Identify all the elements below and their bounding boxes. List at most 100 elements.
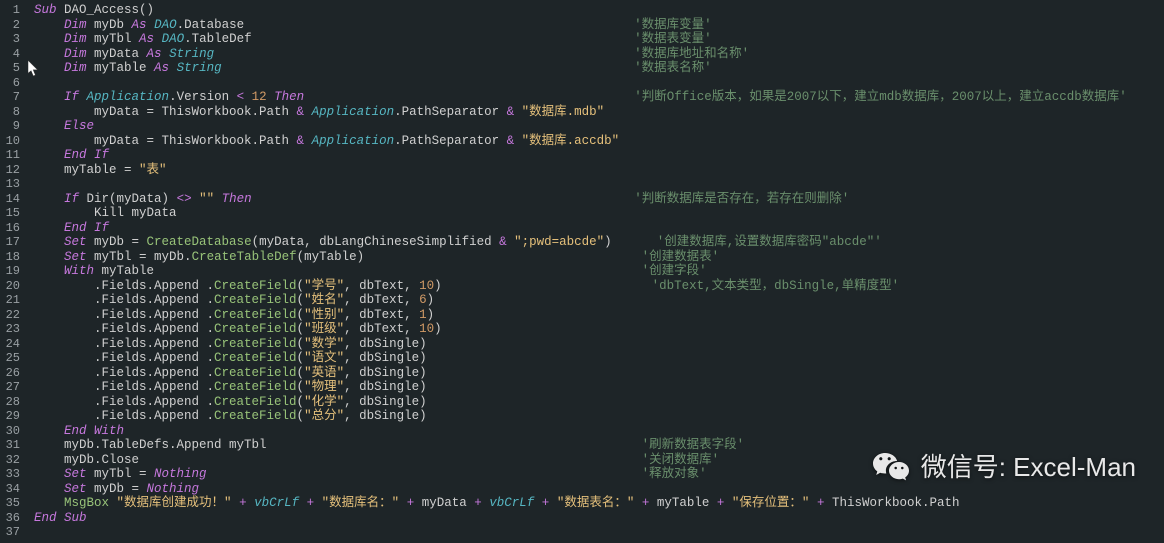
token-kw: Dim — [64, 32, 87, 46]
token-prop: ) — [427, 293, 435, 307]
token-prop: .PathSeparator — [394, 134, 507, 148]
token-prop — [267, 90, 275, 104]
token-str: "数据库名：" — [322, 496, 400, 510]
line-number: 4 — [4, 47, 20, 62]
token-com: '判断数据库是否存在，若存在则删除' — [634, 192, 849, 206]
token-com: '释放对象' — [642, 467, 707, 481]
token-prop: ( — [297, 395, 305, 409]
token-prop — [247, 496, 255, 510]
token-prop — [207, 467, 642, 481]
code-line[interactable]: myData = ThisWorkbook.Path & Application… — [34, 105, 1164, 120]
token-prop — [34, 90, 64, 104]
token-com: '数据表名称' — [634, 61, 712, 75]
token-prop — [214, 47, 634, 61]
token-com: '数据表变量' — [634, 32, 712, 46]
line-number: 20 — [4, 279, 20, 294]
token-fn: CreateField — [214, 366, 297, 380]
code-line[interactable]: End If — [34, 221, 1164, 236]
code-line[interactable] — [34, 525, 1164, 540]
code-line[interactable]: Dim myTable As String '数据表名称' — [34, 61, 1164, 76]
token-prop: , dbText, — [344, 322, 419, 336]
code-line[interactable]: With myTable '创建字段' — [34, 264, 1164, 279]
code-line[interactable]: If Dir(myData) <> "" Then '判断数据库是否存在，若存在… — [34, 192, 1164, 207]
token-num: 1 — [419, 308, 427, 322]
token-com: '创建数据表' — [642, 250, 720, 264]
token-prop: .Fields.Append . — [34, 322, 214, 336]
token-str: "数据表名：" — [557, 496, 635, 510]
token-prop: , dbSingle) — [344, 395, 427, 409]
token-prop — [299, 496, 307, 510]
code-line[interactable]: .Fields.Append .CreateField("总分", dbSing… — [34, 409, 1164, 424]
token-prop — [34, 192, 64, 206]
code-line[interactable]: .Fields.Append .CreateField("数学", dbSing… — [34, 337, 1164, 352]
token-kw: As — [154, 61, 169, 75]
code-line[interactable]: .Fields.Append .CreateField("性别", dbText… — [34, 308, 1164, 323]
code-line[interactable]: .Fields.Append .CreateField("英语", dbSing… — [34, 366, 1164, 381]
token-prop: myTable — [94, 264, 642, 278]
token-prop: myTbl — [87, 32, 140, 46]
token-kw: With — [64, 264, 94, 278]
code-line[interactable]: Dim myDb As DAO.Database '数据库变量' — [34, 18, 1164, 33]
code-line[interactable] — [34, 177, 1164, 192]
line-number: 14 — [4, 192, 20, 207]
code-line[interactable]: MsgBox "数据库创建成功！" + vbCrLf + "数据库名：" + m… — [34, 496, 1164, 511]
code-line[interactable]: Kill myData — [34, 206, 1164, 221]
token-prop: ThisWorkbook.Path — [824, 496, 959, 510]
line-number: 21 — [4, 293, 20, 308]
token-prop: .Version — [169, 90, 237, 104]
code-line[interactable]: Dim myData As String '数据库地址和名称' — [34, 47, 1164, 62]
code-line[interactable]: Set myDb = CreateDatabase(myData, dbLang… — [34, 235, 1164, 250]
code-line[interactable]: .Fields.Append .CreateField("班级", dbText… — [34, 322, 1164, 337]
code-line[interactable]: myTable = "表" — [34, 163, 1164, 178]
line-number: 29 — [4, 409, 20, 424]
line-number: 23 — [4, 322, 20, 337]
token-type: DAO — [154, 18, 177, 32]
token-prop: , dbText, — [344, 308, 419, 322]
token-str: "总分" — [304, 409, 344, 423]
line-number: 24 — [4, 337, 20, 352]
token-prop: Dir(myData) — [79, 192, 177, 206]
token-kw: As — [139, 32, 154, 46]
token-prop — [34, 32, 64, 46]
code-line[interactable]: .Fields.Append .CreateField("学号", dbText… — [34, 279, 1164, 294]
code-line[interactable]: .Fields.Append .CreateField("化学", dbSing… — [34, 395, 1164, 410]
token-prop: , dbSingle) — [344, 380, 427, 394]
token-op: & — [507, 105, 515, 119]
line-number: 36 — [4, 511, 20, 526]
code-line[interactable]: End If — [34, 148, 1164, 163]
token-str: ";pwd=abcde" — [514, 235, 604, 249]
code-line[interactable]: .Fields.Append .CreateField("物理", dbSing… — [34, 380, 1164, 395]
token-prop — [34, 235, 64, 249]
code-line[interactable]: .Fields.Append .CreateField("姓名", dbText… — [34, 293, 1164, 308]
code-line[interactable] — [34, 76, 1164, 91]
token-prop: myDb.TableDefs.Append myTbl — [34, 438, 642, 452]
line-number: 37 — [4, 525, 20, 540]
token-prop: ( — [297, 308, 305, 322]
line-number: 2 — [4, 18, 20, 33]
code-line[interactable]: myData = ThisWorkbook.Path & Application… — [34, 134, 1164, 149]
code-line[interactable]: Sub DAO_Access() — [34, 3, 1164, 18]
token-num: 10 — [419, 322, 434, 336]
token-fn: CreateField — [214, 308, 297, 322]
code-line[interactable]: End With — [34, 424, 1164, 439]
token-prop: myTable — [649, 496, 717, 510]
token-prop — [169, 61, 177, 75]
token-prop — [34, 18, 64, 32]
token-op: + — [474, 496, 482, 510]
token-prop: myDb.Close — [34, 453, 642, 467]
token-prop: myData = ThisWorkbook.Path — [34, 105, 297, 119]
token-prop — [34, 424, 64, 438]
code-line[interactable]: .Fields.Append .CreateField("语文", dbSing… — [34, 351, 1164, 366]
code-line[interactable]: If Application.Version < 12 Then '判断Offi… — [34, 90, 1164, 105]
code-line[interactable]: Set myTbl = myDb.CreateTableDef(myTable)… — [34, 250, 1164, 265]
token-kw: If — [64, 192, 79, 206]
line-number: 9 — [4, 119, 20, 134]
code-line[interactable]: Else — [34, 119, 1164, 134]
token-fn: CreateField — [214, 279, 297, 293]
line-number: 34 — [4, 482, 20, 497]
code-line[interactable]: End Sub — [34, 511, 1164, 526]
token-prop — [514, 134, 522, 148]
token-prop — [147, 18, 155, 32]
watermark: 微信号: Excel-Man — [871, 447, 1136, 487]
code-line[interactable]: Dim myTbl As DAO.TableDef '数据表变量' — [34, 32, 1164, 47]
